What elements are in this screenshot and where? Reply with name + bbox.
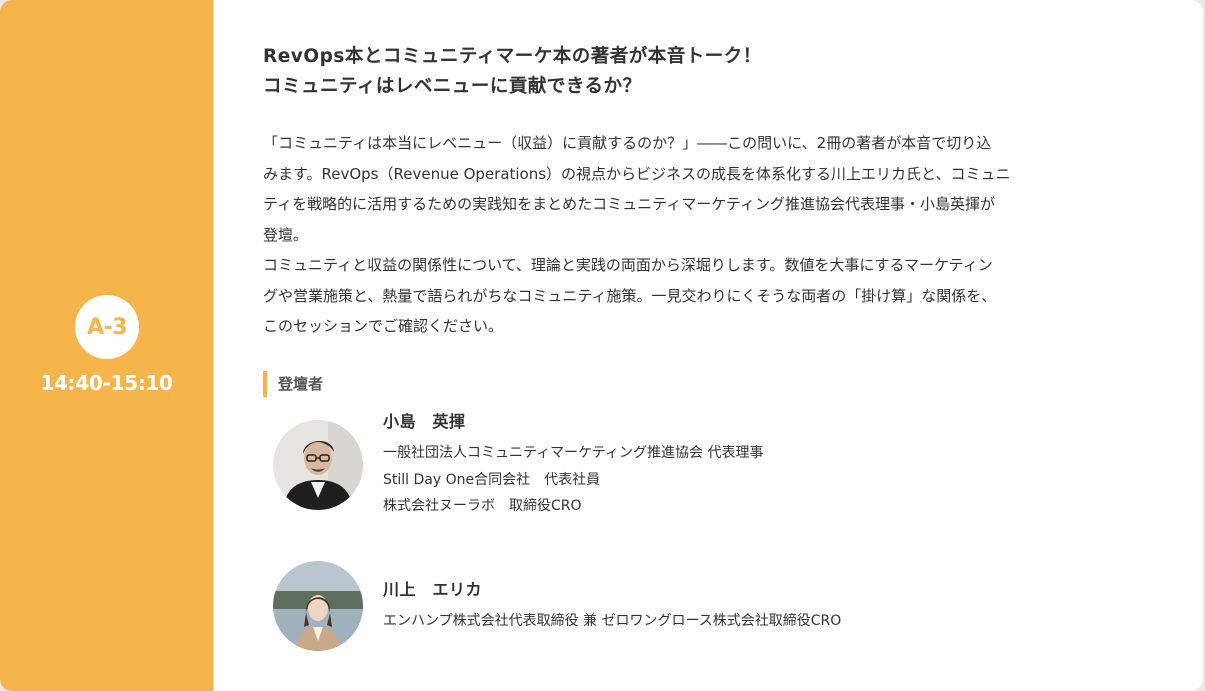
session-code-badge: A-3: [75, 295, 139, 359]
speaker-role: 株式会社ヌーラボ 取締役CRO: [383, 498, 582, 514]
session-title-line: コミュニティはレベニューに貢献できるか？: [263, 76, 642, 97]
session-title: RevOps本とコミュニティマーケ本の著者が本音トーク！ コミュニティはレベニュ…: [263, 42, 1143, 102]
speaker-card: 小島 英揮 一般社団法人コミュニティマーケティング推進協会 代表理事 Still…: [273, 410, 1133, 520]
description-line: グや営業施策と、熱量で語られがちなコミュニティ施策。一見交わりにくそうな両者の「…: [263, 286, 997, 305]
session-main: RevOps本とコミュニティマーケ本の著者が本音トーク！ コミュニティはレベニュ…: [213, 0, 1203, 691]
session-time: 14:40-15:10: [40, 371, 173, 395]
speaker-role: 一般社団法人コミュニティマーケティング推進協会 代表理事: [383, 445, 764, 461]
speakers-heading: 登壇者: [263, 371, 323, 397]
speaker-role: エンハンプ株式会社代表取締役 兼 ゼロワングロース株式会社取締役CRO: [383, 613, 842, 629]
speaker-card: 川上 エリカ エンハンプ株式会社代表取締役 兼 ゼロワングロース株式会社取締役C…: [273, 561, 1133, 678]
session-sidebar: A-3 14:40-15:10: [0, 0, 213, 691]
speaker-photo: [273, 420, 363, 510]
session-description: 「コミュニティは本当にレベニュー（収益）に貢献するのか？」――この問いに、2冊の…: [263, 128, 1153, 342]
speaker-role: Still Day One合同会社 代表社員: [383, 471, 601, 488]
description-line: 「コミュニティは本当にレベニュー（収益）に貢献するのか？」――この問いに、2冊の…: [263, 134, 992, 152]
description-line: 登壇。: [263, 225, 309, 244]
description-line: みます。RevOps（Revenue Operations）の視点からビジネスの…: [263, 164, 1011, 183]
session-card: A-3 14:40-15:10 RevOps本とコミュニティマーケ本の著者が本音…: [0, 0, 1203, 691]
speaker-info: 小島 英揮 一般社団法人コミュニティマーケティング推進協会 代表理事 Still…: [383, 410, 764, 520]
description-line: ティを戦略的に活用するための実践知をまとめたコミュニティマーケティング推進協会代…: [263, 195, 996, 213]
speaker-name: 川上 エリカ: [383, 580, 483, 599]
speaker-info: 川上 エリカ エンハンプ株式会社代表取締役 兼 ゼロワングロース株式会社取締役C…: [383, 578, 841, 635]
description-line: このセッションでご確認ください。: [263, 317, 504, 335]
session-title-line: RevOps本とコミュニティマーケ本の著者が本音トーク！: [263, 46, 762, 67]
description-line: コミュニティと収益の関係性について、理論と実践の両面から深堀りします。数値を大事…: [263, 256, 993, 274]
speaker-photo: [273, 561, 363, 651]
speaker-name: 小島 英揮: [383, 412, 466, 431]
